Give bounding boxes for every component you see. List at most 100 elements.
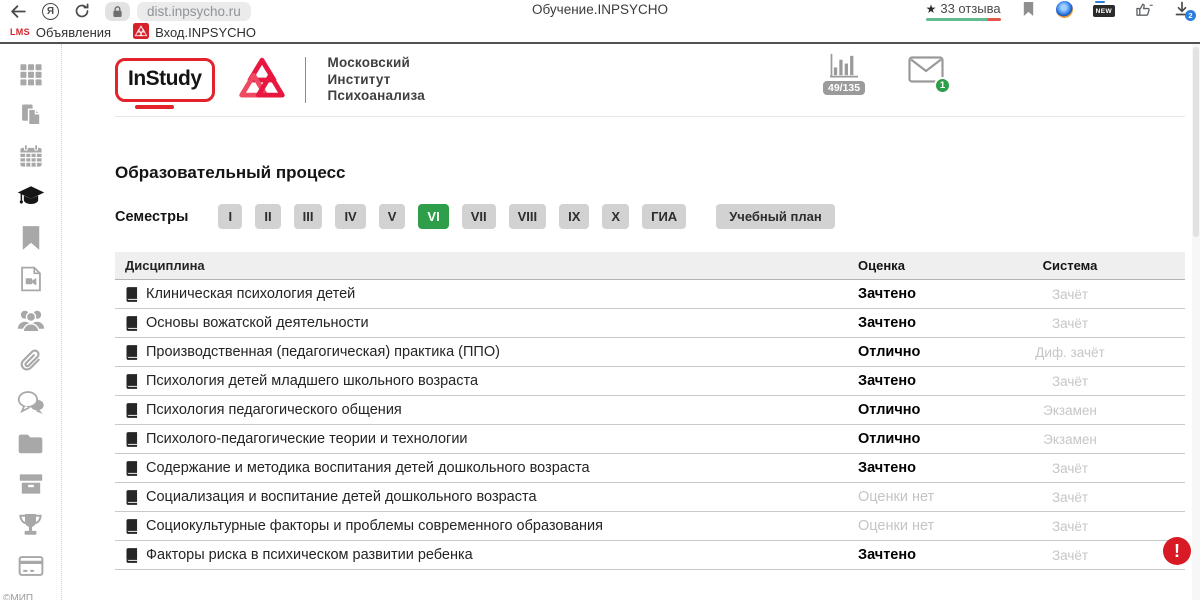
table-row[interactable]: Психолого-педагогические теории и технол…: [115, 425, 1185, 454]
table-row[interactable]: Производственная (педагогическая) практи…: [115, 338, 1185, 367]
bookmark-icon[interactable]: [17, 224, 45, 252]
bookmarks-bar: LMS Объявления Вход.INPSYCHO: [0, 22, 1200, 44]
table-row[interactable]: Клиническая психология детей Зачтено Зач…: [115, 280, 1185, 309]
table-row[interactable]: Социализация и воспитание детей дошкольн…: [115, 483, 1185, 512]
reviews-label: 33 отзыва: [940, 1, 1000, 16]
column-grade: Оценка: [858, 258, 1030, 273]
tab-semester-3[interactable]: III: [294, 204, 323, 229]
lms-favicon: LMS: [10, 27, 30, 37]
book-icon: [125, 345, 138, 360]
tab-semester-10[interactable]: X: [602, 204, 629, 229]
grade-cell: Зачтено: [858, 286, 1030, 302]
page-scrollbar[interactable]: [1192, 44, 1200, 600]
column-discipline: Дисциплина: [125, 258, 858, 273]
table-row[interactable]: Факторы риска в психическом развитии реб…: [115, 541, 1185, 570]
users-icon[interactable]: [17, 306, 45, 334]
extension-browser-icon[interactable]: [1056, 1, 1073, 18]
grade-cell: Отлично: [858, 344, 1030, 360]
tab-semester-8[interactable]: VIII: [509, 204, 547, 229]
bookmark-flag-icon[interactable]: [1021, 1, 1036, 17]
tab-semester-6[interactable]: VI: [418, 204, 448, 229]
book-icon: [125, 374, 138, 389]
table-row[interactable]: Содержание и методика воспитания детей д…: [115, 454, 1185, 483]
book-icon: [125, 519, 138, 534]
system-cell: Диф. зачёт: [1030, 345, 1110, 360]
grade-cell: Оценки нет: [858, 489, 1030, 505]
lock-icon[interactable]: [105, 2, 130, 21]
grade-cell: Отлично: [858, 431, 1030, 447]
bar-chart-icon: [829, 52, 860, 79]
tab-semester-4[interactable]: IV: [335, 204, 365, 229]
documents-icon[interactable]: [17, 101, 45, 129]
toolbar-right: ★ 33 отзыва NEW 2: [926, 1, 1190, 21]
tab-gia[interactable]: ГИА: [642, 204, 686, 229]
tab-curriculum[interactable]: Учебный план: [716, 204, 834, 229]
lms-page: ©МИП InStudy Московский Институт Психоан…: [0, 44, 1200, 600]
alert-error-icon[interactable]: !: [1163, 537, 1191, 565]
system-cell: Зачёт: [1030, 316, 1110, 331]
graduation-cap-icon[interactable]: [17, 183, 45, 211]
card-icon[interactable]: [17, 552, 45, 580]
system-cell: Экзамен: [1030, 403, 1110, 418]
system-cell: Зачёт: [1030, 374, 1110, 389]
institute-name: Московский Институт Психоанализа: [328, 55, 425, 104]
star-icon: ★: [926, 2, 937, 16]
unread-count-badge: 1: [934, 77, 951, 94]
tab-semester-2[interactable]: II: [255, 204, 280, 229]
mip-favicon: [133, 23, 149, 42]
grade-cell: Оценки нет: [858, 518, 1030, 534]
mip-triangles-logo[interactable]: [237, 55, 287, 105]
new-extension-icon[interactable]: NEW: [1093, 5, 1115, 17]
main-content: InStudy Московский Институт Психоанализа…: [62, 44, 1200, 600]
chat-icon[interactable]: [17, 388, 45, 416]
tab-semester-5[interactable]: V: [379, 204, 406, 229]
site-header: InStudy Московский Институт Психоанализа…: [115, 44, 1185, 117]
header-divider: [305, 57, 306, 103]
book-icon: [125, 316, 138, 331]
book-icon: [125, 432, 138, 447]
yandex-services-icon[interactable]: Я: [42, 3, 59, 20]
discipline-name: Содержание и методика воспитания детей д…: [146, 460, 590, 476]
tab-semester-9[interactable]: IX: [559, 204, 589, 229]
discipline-name: Психолого-педагогические теории и технол…: [146, 431, 468, 447]
instudy-logo[interactable]: InStudy: [115, 58, 215, 102]
refresh-icon[interactable]: [74, 3, 90, 19]
downloads-count-badge: 2: [1185, 10, 1196, 21]
semester-tabs: Семестры I II III IV V VI VII VIII IX X …: [115, 204, 1185, 229]
archive-icon[interactable]: [17, 470, 45, 498]
thumbs-rating-icon[interactable]: [1135, 1, 1154, 18]
site-reviews[interactable]: ★ 33 отзыва: [926, 1, 1001, 21]
progress-stats[interactable]: 49/135: [823, 52, 865, 95]
discipline-name: Факторы риска в психическом развитии реб…: [146, 547, 473, 563]
paperclip-icon[interactable]: [17, 347, 45, 375]
grade-cell: Отлично: [858, 402, 1030, 418]
bookmark-label: Объявления: [36, 25, 111, 40]
bookmark-label: Вход.INPSYCHO: [155, 25, 256, 40]
tab-semester-1[interactable]: I: [218, 204, 242, 229]
back-icon[interactable]: [10, 3, 27, 20]
table-row[interactable]: Основы вожатской деятельности Зачтено За…: [115, 309, 1185, 338]
bookmark-announcements[interactable]: LMS Объявления: [10, 25, 111, 40]
video-file-icon[interactable]: [17, 265, 45, 293]
grade-cell: Зачтено: [858, 547, 1030, 563]
apps-grid-icon[interactable]: [17, 60, 45, 88]
system-cell: Зачёт: [1030, 490, 1110, 505]
grade-cell: Зачтено: [858, 315, 1030, 331]
tab-semester-7[interactable]: VII: [462, 204, 496, 229]
folder-icon[interactable]: [17, 429, 45, 457]
url-bar[interactable]: dist.inpsycho.ru: [137, 2, 251, 21]
book-icon: [125, 403, 138, 418]
book-icon: [125, 461, 138, 476]
semesters-label: Семестры: [115, 209, 188, 225]
scrollbar-thumb[interactable]: [1193, 47, 1199, 237]
calendar-icon[interactable]: [17, 142, 45, 170]
messages-button[interactable]: 1: [908, 56, 944, 88]
trophy-icon[interactable]: [17, 511, 45, 539]
downloads-icon[interactable]: 2: [1174, 1, 1190, 17]
table-row[interactable]: Социокультурные факторы и проблемы совре…: [115, 512, 1185, 541]
table-row[interactable]: Психология детей младшего школьного возр…: [115, 367, 1185, 396]
bookmark-login-inpsycho[interactable]: Вход.INPSYCHO: [133, 23, 256, 42]
discipline-name: Психология детей младшего школьного возр…: [146, 373, 478, 389]
table-row[interactable]: Психология педагогического общения Отлич…: [115, 396, 1185, 425]
discipline-name: Психология педагогического общения: [146, 402, 402, 418]
